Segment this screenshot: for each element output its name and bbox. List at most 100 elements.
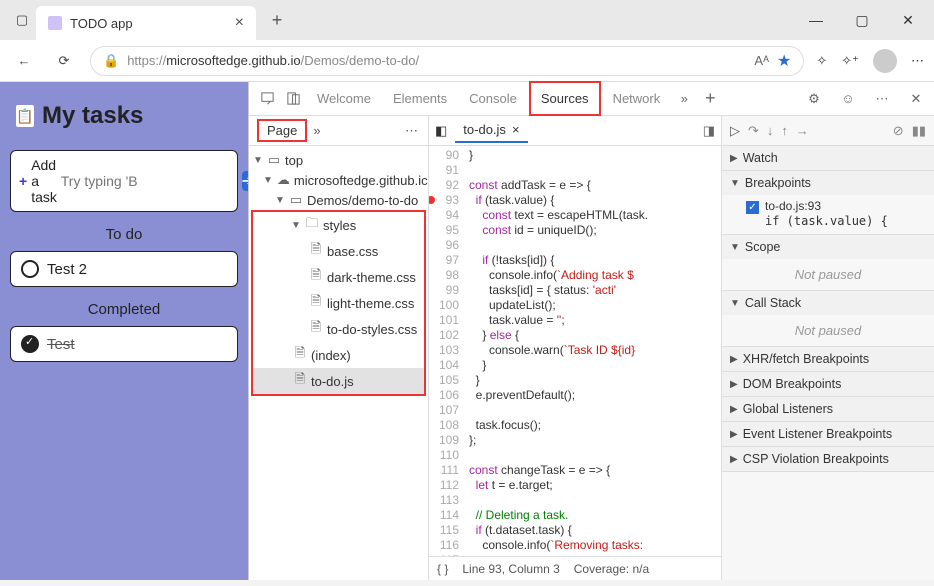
url-text: https://microsoftedge.github.io/Demos/de…: [127, 53, 419, 68]
tree-file[interactable]: 🗎dark-theme.css: [253, 264, 424, 290]
new-tab-button[interactable]: +: [262, 5, 292, 35]
close-tab-icon[interactable]: ×: [235, 14, 244, 32]
menu-icon[interactable]: ⋯: [911, 53, 924, 69]
tree-file-selected[interactable]: 🗎to-do.js: [253, 368, 424, 394]
checkbox-checked-icon[interactable]: ✓: [746, 201, 759, 214]
feedback-icon[interactable]: ☺: [836, 87, 860, 111]
task-label: Test 2: [47, 261, 87, 278]
editor-pane: ◧ to-do.js× ◨ 90919293949596979899100101…: [429, 116, 722, 580]
devtools-tabstrip: Welcome Elements Console Sources Network…: [249, 82, 934, 116]
task-item-done[interactable]: Test: [10, 326, 238, 362]
tab-sources[interactable]: Sources: [529, 81, 601, 116]
devtools-panel: Welcome Elements Console Sources Network…: [248, 82, 934, 580]
tab-title: TODO app: [70, 16, 133, 31]
pane-breakpoints[interactable]: ▼Breakpoints: [722, 171, 934, 195]
brace-icon[interactable]: { }: [437, 562, 448, 576]
maximize-icon[interactable]: ▢: [850, 12, 874, 29]
add-task-label: Add a task: [31, 157, 57, 205]
tree-file[interactable]: 🗎light-theme.css: [253, 290, 424, 316]
tree-file[interactable]: 🗎base.css: [253, 238, 424, 264]
pane-watch[interactable]: ▶Watch: [722, 146, 934, 170]
pane-event[interactable]: ▶Event Listener Breakpoints: [722, 422, 934, 446]
page-title: My tasks: [10, 96, 238, 136]
pause-exc-icon[interactable]: ▮▮: [912, 123, 926, 139]
address-bar[interactable]: 🔒 https://microsoftedge.github.io/Demos/…: [90, 46, 804, 76]
file-tab[interactable]: to-do.js×: [455, 118, 527, 143]
browser-tab[interactable]: TODO app ×: [36, 6, 256, 40]
settings-icon[interactable]: ⚙: [802, 87, 826, 111]
navigator-tabs: Page » ⋯: [249, 116, 428, 146]
inspect-icon[interactable]: [255, 87, 279, 111]
tree-top[interactable]: ▼▭top: [249, 150, 428, 170]
code-editor[interactable]: 9091929394959697989910010110210310410510…: [429, 146, 721, 556]
close-window-icon[interactable]: ✕: [896, 12, 920, 29]
nav-tab-page[interactable]: Page: [257, 119, 307, 142]
step-icon[interactable]: →: [796, 123, 809, 138]
sidebar-toggle-icon[interactable]: ◧: [435, 123, 447, 139]
callstack-empty: Not paused: [722, 315, 934, 346]
coverage-status: Coverage: n/a: [574, 562, 649, 576]
minimize-icon[interactable]: —: [804, 12, 828, 29]
pane-scope[interactable]: ▼Scope: [722, 235, 934, 259]
favicon: [48, 16, 62, 30]
window-titlebar: ▢ TODO app × + — ▢ ✕: [0, 0, 934, 40]
profile-avatar[interactable]: [873, 49, 897, 73]
tree-styles[interactable]: ▼🗀styles: [253, 212, 424, 238]
more-tabs-icon[interactable]: »: [672, 87, 696, 111]
nav-more-tabs-icon[interactable]: »: [313, 123, 320, 138]
close-file-icon[interactable]: ×: [512, 122, 520, 137]
devtools-menu-icon[interactable]: ⋯: [870, 87, 894, 111]
debugger-controls: ▷ ↷ ↓ ↑ → ⊘ ▮▮: [722, 116, 934, 146]
reader-icon[interactable]: Aᴬ: [754, 53, 769, 68]
tree-file[interactable]: 🗎(index): [253, 342, 424, 368]
extensions-icon[interactable]: ✧: [816, 53, 827, 69]
refresh-button[interactable]: ⟳: [50, 47, 78, 75]
task-label-done: Test: [47, 336, 75, 353]
tab-console[interactable]: Console: [459, 83, 527, 114]
file-tree: ▼▭top ▼☁microsoftedge.github.ic ▼▭Demos/…: [249, 146, 428, 400]
plus-icon: +: [19, 173, 27, 189]
back-button[interactable]: ←: [10, 47, 38, 75]
step-out-icon[interactable]: ↑: [781, 123, 788, 138]
debugger-pane: ▷ ↷ ↓ ↑ → ⊘ ▮▮ ▶Watch ▼Breakpoints ✓to-d…: [722, 116, 934, 580]
dock-icon[interactable]: ◨: [703, 123, 715, 139]
navigator-pane: Page » ⋯ ▼▭top ▼☁microsoftedge.github.ic…: [249, 116, 429, 580]
add-task-box[interactable]: + Add a task ➔: [10, 150, 238, 212]
task-item[interactable]: Test 2: [10, 251, 238, 287]
web-page: My tasks + Add a task ➔ To do Test 2 Com…: [0, 82, 248, 580]
editor-tabs: ◧ to-do.js× ◨: [429, 116, 721, 146]
clipboard-icon: [16, 105, 34, 127]
pane-xhr[interactable]: ▶XHR/fetch Breakpoints: [722, 347, 934, 371]
tab-network[interactable]: Network: [603, 83, 671, 114]
device-icon[interactable]: [281, 87, 305, 111]
tree-file[interactable]: 🗎to-do-styles.css: [253, 316, 424, 342]
editor-status-bar: { } Line 93, Column 3 Coverage: n/a: [429, 556, 721, 580]
resume-icon[interactable]: ▷: [730, 123, 740, 139]
deactivate-bp-icon[interactable]: ⊘: [893, 123, 904, 139]
new-tab-devtools[interactable]: +: [698, 87, 722, 111]
tab-welcome[interactable]: Welcome: [307, 83, 381, 114]
tabs-list-icon[interactable]: ▢: [8, 6, 36, 34]
checkbox-checked-icon[interactable]: [21, 335, 39, 353]
pane-global[interactable]: ▶Global Listeners: [722, 397, 934, 421]
add-task-input[interactable]: [61, 173, 242, 189]
scope-empty: Not paused: [722, 259, 934, 290]
nav-menu-icon[interactable]: ⋯: [405, 123, 420, 139]
section-completed: Completed: [10, 301, 238, 318]
step-into-icon[interactable]: ↓: [767, 123, 774, 138]
tree-folder[interactable]: ▼▭Demos/demo-to-do: [249, 190, 428, 210]
step-over-icon[interactable]: ↷: [748, 123, 759, 139]
cursor-position: Line 93, Column 3: [462, 562, 559, 576]
favorite-icon[interactable]: ★: [777, 51, 791, 71]
tab-elements[interactable]: Elements: [383, 83, 457, 114]
close-devtools-icon[interactable]: ✕: [904, 87, 928, 111]
tree-host[interactable]: ▼☁microsoftedge.github.ic: [249, 170, 428, 190]
checkbox-unchecked-icon[interactable]: [21, 260, 39, 278]
pane-csp[interactable]: ▶CSP Violation Breakpoints: [722, 447, 934, 471]
lock-icon: 🔒: [103, 53, 119, 69]
pane-callstack[interactable]: ▼Call Stack: [722, 291, 934, 315]
collections-icon[interactable]: ✧⁺: [841, 53, 859, 69]
breakpoint-item[interactable]: ✓to-do.js:93 if (task.value) {: [722, 195, 934, 234]
pane-dom[interactable]: ▶DOM Breakpoints: [722, 372, 934, 396]
browser-toolbar: ← ⟳ 🔒 https://microsoftedge.github.io/De…: [0, 40, 934, 82]
